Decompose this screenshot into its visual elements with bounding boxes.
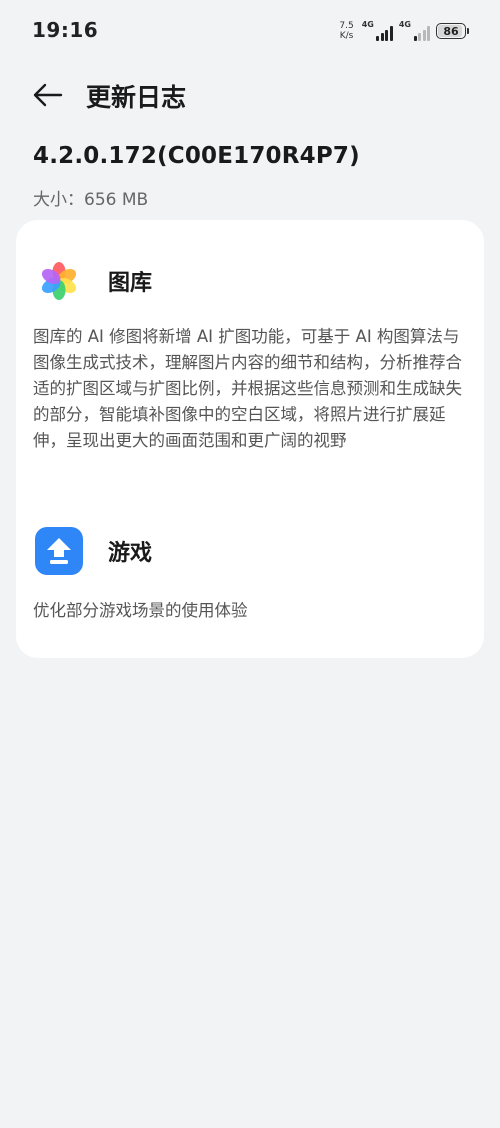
game-center-icon	[34, 526, 84, 576]
arrow-left-icon	[33, 83, 63, 107]
package-size: 大小：656 MB	[33, 185, 148, 210]
section-header-gallery: 图库	[34, 256, 152, 306]
section-header-game: 游戏	[34, 526, 152, 576]
signal-icon-sim2: 4G	[399, 21, 430, 41]
back-button[interactable]	[28, 78, 68, 112]
battery-icon: 86	[436, 23, 469, 39]
signal-type-label: 4G	[361, 20, 374, 29]
network-speed-value: 7.5	[339, 21, 354, 31]
status-bar: 19:16 7.5 K/s 4G 4G 86	[0, 0, 500, 62]
battery-level: 86	[443, 24, 459, 38]
version-number: 4.2.0.172(C00E170R4P7)	[33, 143, 360, 169]
update-log-screen: 19:16 7.5 K/s 4G 4G 86 更新日志 4.2.0.172(C0…	[0, 0, 500, 1128]
section-title-game: 游戏	[108, 541, 153, 566]
signal-icon-sim1: 4G	[362, 21, 393, 41]
section-title-gallery: 图库	[108, 271, 153, 296]
gallery-icon	[34, 256, 84, 306]
status-time: 19:16	[32, 18, 99, 42]
signal-type-label: 4G	[398, 20, 411, 29]
package-size-label: 大小：	[33, 190, 84, 210]
section-body-game: 优化部分游戏场景的使用体验	[33, 601, 248, 620]
section-body-gallery: 图库的 AI 修图将新增 AI 扩图功能，可基于 AI 构图算法与图像生成式技术…	[33, 327, 462, 450]
page-title: 更新日志	[86, 83, 187, 112]
app-header: 更新日志	[0, 70, 500, 120]
changelog-card: 图库 图库的 AI 修图将新增 AI 扩图功能，可基于 AI 构图算法与图像生成…	[16, 220, 484, 658]
network-speed: 7.5 K/s	[339, 21, 353, 41]
network-speed-unit: K/s	[339, 31, 354, 41]
package-size-value: 656 MB	[84, 190, 149, 210]
status-icons: 7.5 K/s 4G 4G 86	[339, 20, 469, 42]
